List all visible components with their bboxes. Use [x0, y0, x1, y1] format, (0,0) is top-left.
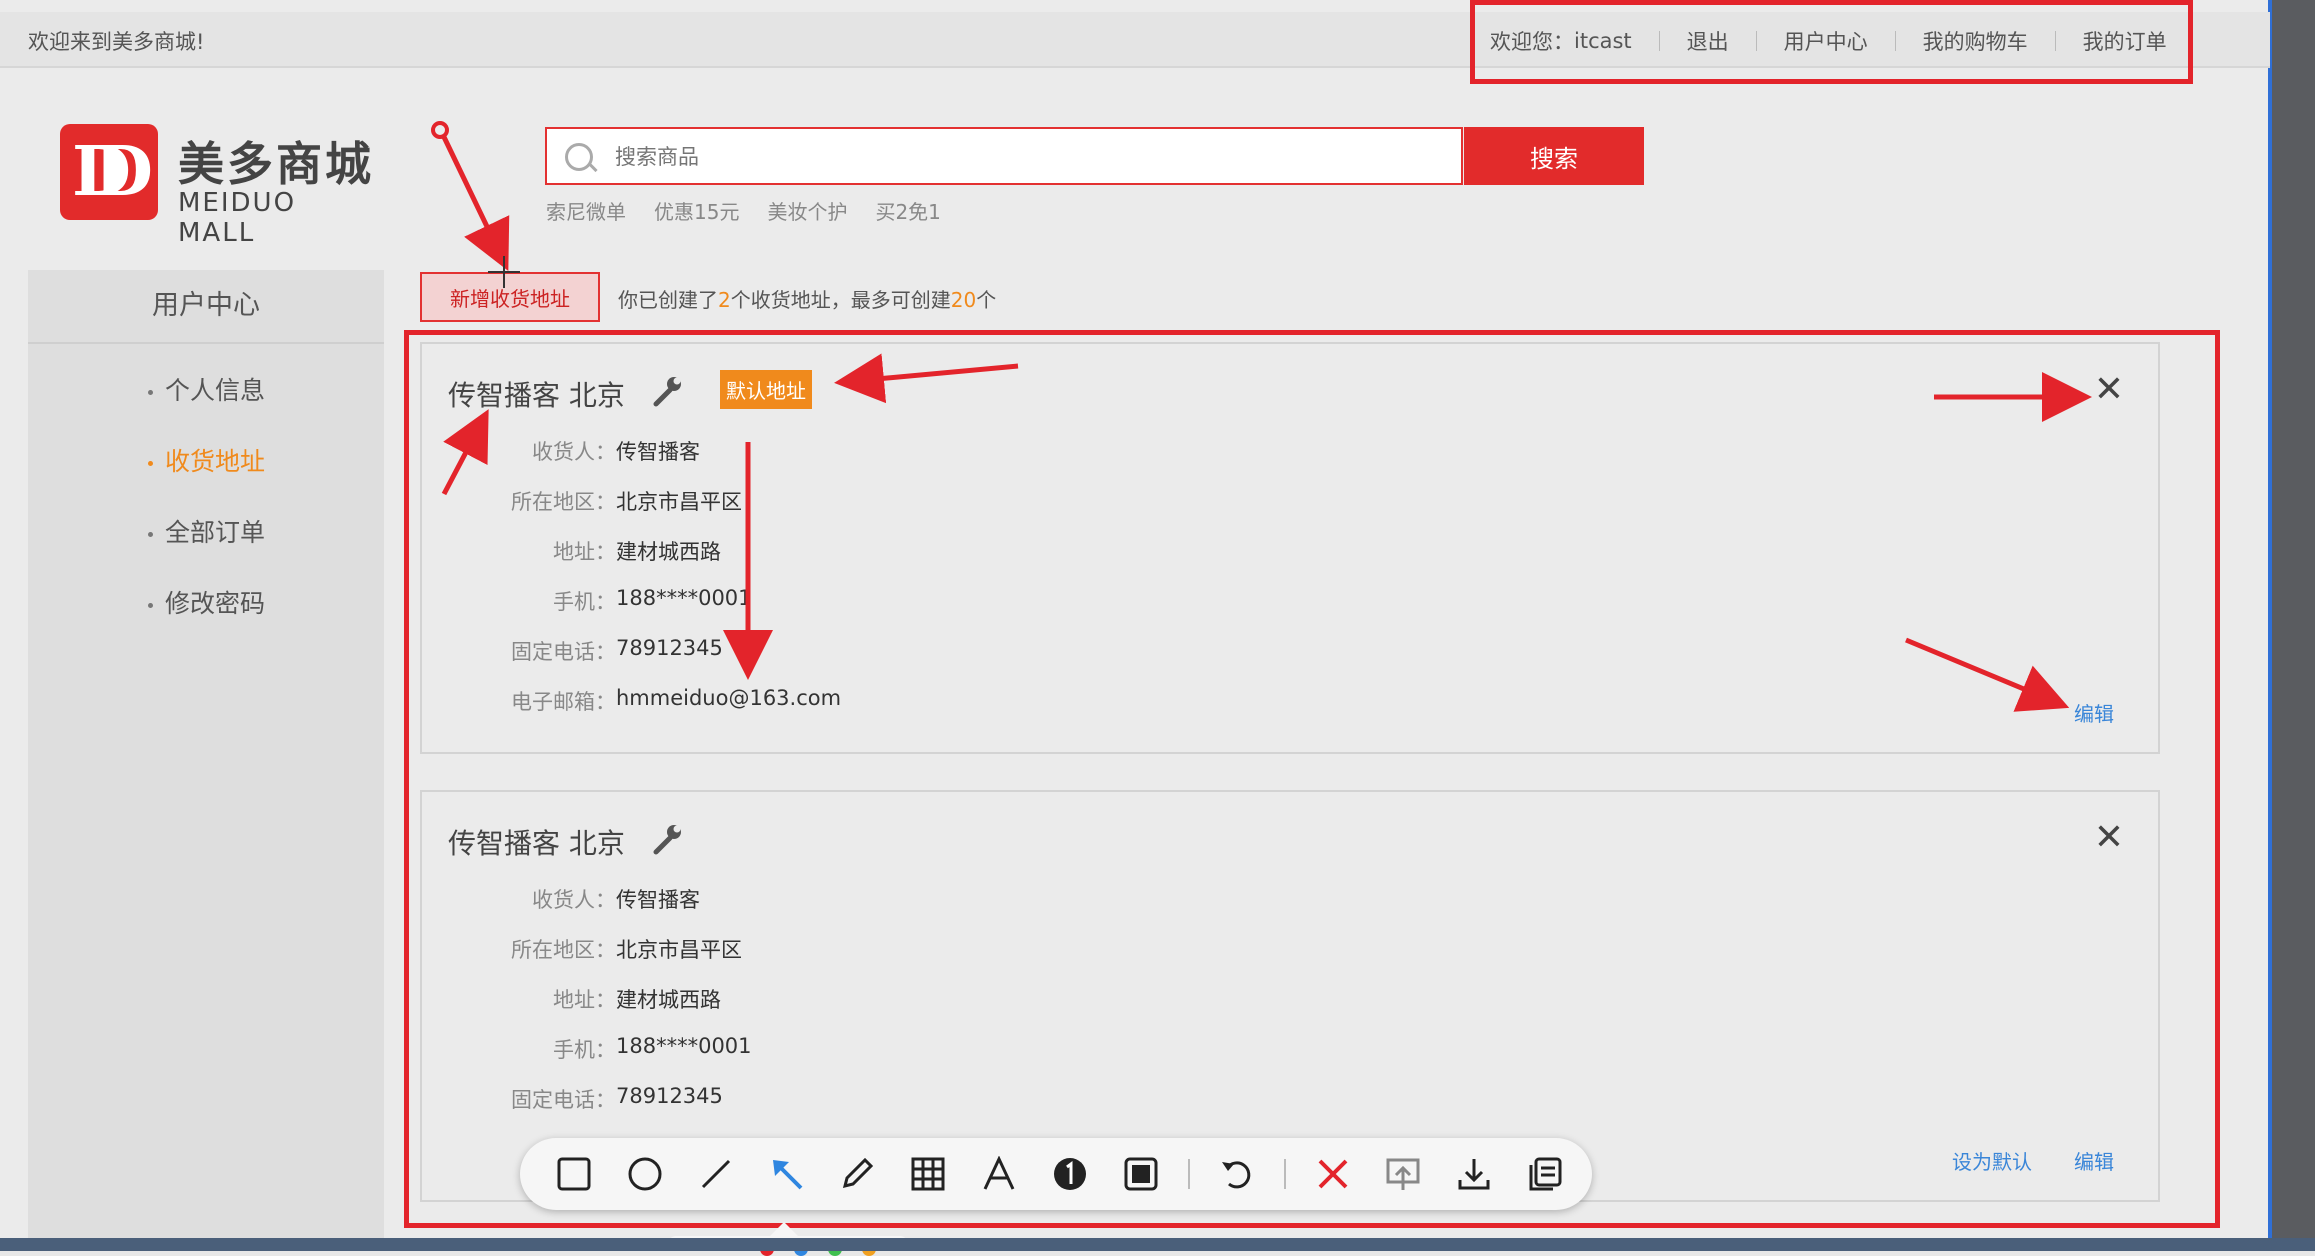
- sidebar-item-password[interactable]: 修改密码: [148, 583, 384, 654]
- field-region: 所在地区： 北京市昌平区: [511, 938, 742, 962]
- field-mobile: 手机： 188****0001: [553, 1034, 752, 1062]
- hot-words: 索尼微单 优惠15元 美妆个护 买2免1: [546, 196, 941, 225]
- search-icon: [565, 143, 593, 171]
- field-tel: 固定电话： 78912345: [511, 636, 723, 664]
- mosaic-tool-icon[interactable]: [904, 1150, 952, 1198]
- site-logo[interactable]: DD 美多商城 MEIDUO MALL: [60, 124, 380, 248]
- search-box: [545, 127, 1463, 185]
- pencil-tool-icon[interactable]: [833, 1150, 881, 1198]
- logout-link[interactable]: 退出: [1687, 26, 1729, 56]
- field-email: 电子邮箱： hmmeiduo@163.com: [511, 686, 842, 714]
- top-bar: 欢迎来到美多商城! 欢迎您： itcast 退出 用户中心 我的购物车 我的订单: [0, 12, 2270, 68]
- toolbar-divider: [1283, 1159, 1286, 1189]
- field-address: 地址： 建材城西路: [553, 540, 721, 564]
- default-address-badge: 默认地址: [720, 370, 812, 409]
- taskbar-strip: [0, 1238, 2315, 1251]
- sidebar-item-profile[interactable]: 个人信息: [148, 370, 384, 441]
- undo-icon[interactable]: [1213, 1150, 1261, 1198]
- text-tool-icon[interactable]: [975, 1150, 1023, 1198]
- user-center-link[interactable]: 用户中心: [1784, 26, 1868, 56]
- welcome-text: 欢迎来到美多商城!: [28, 30, 205, 54]
- address-fields: 收货人： 传智播客 所在地区： 北京市昌平区 地址： 建材城西路 手机： 188****…: [448, 884, 752, 1134]
- edit-title-wrench-icon[interactable]: [650, 822, 684, 856]
- address-card: 传智播客 北京 默认地址 ✕ 收货人： 传智播客 所在地区： 北京市昌平区 地址：建…: [420, 342, 2160, 754]
- download-icon[interactable]: [1450, 1150, 1498, 1198]
- field-mobile: 手机： 188****0001: [553, 586, 752, 614]
- desktop-edge: [2270, 0, 2315, 1251]
- user-nav: 欢迎您： itcast 退出 用户中心 我的购物车 我的订单: [1490, 26, 2167, 56]
- divider: [1755, 31, 1757, 51]
- ellipse-tool-icon[interactable]: [621, 1150, 669, 1198]
- orders-link[interactable]: 我的订单: [2083, 26, 2167, 56]
- address-count-max: 20: [950, 288, 977, 312]
- toolbar-divider: [1187, 1159, 1190, 1189]
- pin-icon[interactable]: [1379, 1150, 1427, 1198]
- search-input[interactable]: [613, 129, 1457, 185]
- window-border: [2268, 0, 2272, 1251]
- sidebar-menu: 个人信息 收货地址 全部订单 修改密码: [28, 344, 384, 654]
- cart-link[interactable]: 我的购物车: [1923, 26, 2028, 56]
- rectangle-tool-icon[interactable]: [550, 1150, 598, 1198]
- address-card-title: 传智播客 北京: [448, 379, 625, 412]
- sidebar-item-orders[interactable]: 全部订单: [148, 512, 384, 583]
- address-count-current: 2: [718, 288, 731, 312]
- logo-text-en: MEIDUO MALL: [178, 188, 297, 248]
- delete-address-close-icon[interactable]: ✕: [2094, 820, 2124, 856]
- logo-mark-icon: DD: [60, 124, 158, 220]
- copy-icon[interactable]: [1521, 1150, 1569, 1198]
- field-receiver: 收货人： 传智播客: [532, 888, 700, 912]
- sidebar-item-addresses[interactable]: 收货地址: [148, 441, 384, 512]
- toolbar-pointer: [770, 1222, 798, 1236]
- arrow-tool-icon[interactable]: [763, 1150, 811, 1198]
- line-tool-icon[interactable]: [692, 1150, 740, 1198]
- edit-address-link[interactable]: 编辑: [2074, 1146, 2114, 1175]
- address-fields: 收货人： 传智播客 所在地区： 北京市昌平区 地址： 建材城西路 手机： 188****…: [448, 436, 841, 736]
- hot-word-link[interactable]: 买2免1: [875, 196, 940, 225]
- sidebar: 用户中心 个人信息 收货地址 全部订单 修改密码: [28, 270, 384, 1238]
- divider: [1658, 31, 1660, 51]
- field-receiver: 收货人： 传智播客: [532, 440, 700, 464]
- edit-title-wrench-icon[interactable]: [650, 374, 684, 408]
- hot-word-link[interactable]: 美妆个护: [767, 196, 847, 225]
- username-link[interactable]: itcast: [1574, 29, 1632, 53]
- hot-word-link[interactable]: 优惠15元: [654, 196, 739, 225]
- cancel-icon[interactable]: [1309, 1150, 1357, 1198]
- field-tel: 固定电话： 78912345: [511, 1084, 723, 1112]
- logo-text-cn: 美多商城: [178, 137, 374, 191]
- add-address-button[interactable]: 新增收货地址: [420, 272, 600, 322]
- sidebar-title: 用户中心: [28, 270, 384, 344]
- hot-word-link[interactable]: 索尼微单: [546, 196, 626, 225]
- delete-address-close-icon[interactable]: ✕: [2094, 372, 2124, 408]
- address-count-text: 你已创建了2个收货地址，最多可创建20个: [618, 288, 997, 312]
- search-button[interactable]: 搜索: [1464, 127, 1644, 185]
- number-marker-tool-icon[interactable]: [1046, 1150, 1094, 1198]
- divider: [1894, 31, 1896, 51]
- field-region: 所在地区： 北京市昌平区: [511, 490, 742, 514]
- divider: [2054, 31, 2056, 51]
- address-card-title: 传智播客 北京: [448, 827, 625, 860]
- greeting-label: 欢迎您：: [1490, 30, 1574, 54]
- edit-address-link[interactable]: 编辑: [2074, 698, 2114, 727]
- shadow-box-tool-icon[interactable]: [1117, 1150, 1165, 1198]
- screenshot-toolbar: [520, 1138, 1592, 1210]
- set-default-link[interactable]: 设为默认: [1952, 1146, 2032, 1175]
- field-address: 地址： 建材城西路: [553, 988, 721, 1012]
